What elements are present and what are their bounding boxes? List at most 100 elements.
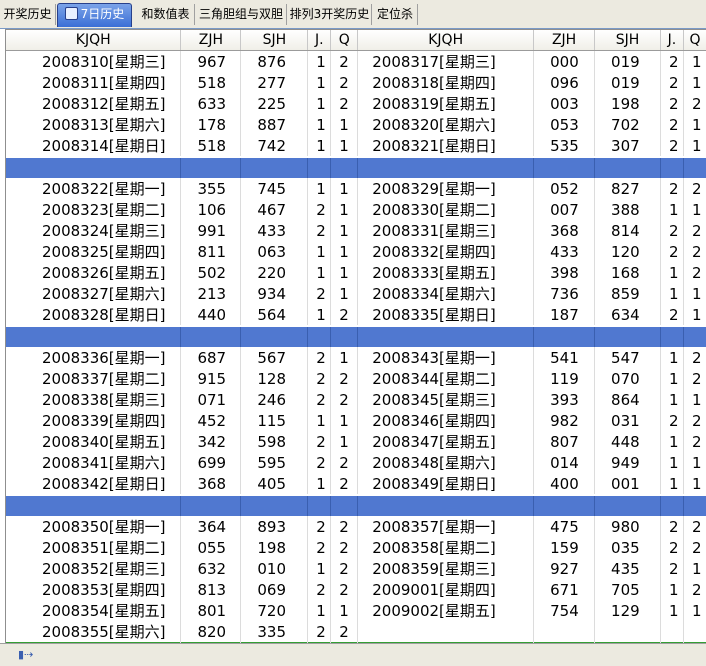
table-row[interactable]: 2008350[星期一] 364 893 2 2 2008357[星期一] 475 980 2 2 [6, 516, 706, 537]
table-cell: 2 [683, 431, 706, 452]
column-header[interactable]: ZJH [533, 30, 596, 51]
tab-sum-table[interactable]: 和数值表 [137, 4, 195, 25]
table-row[interactable]: 2008354[星期五] 801 720 1 1 2009002[星期五] 754 129 1 1 [6, 600, 706, 621]
table-row[interactable]: 2008312[星期五] 633 225 1 2 2008319[星期五] 003 198 2 2 [6, 93, 706, 114]
tab-p3-history[interactable]: 排列3开奖历史 [288, 4, 372, 25]
table-cell: 1 [307, 262, 332, 283]
table-cell: 2008350[星期一] [6, 516, 182, 537]
separator-cell [180, 325, 242, 347]
column-header[interactable]: KJQH [6, 30, 182, 51]
table-cell: 2 [330, 50, 359, 72]
table-cell: 1 [683, 600, 706, 621]
table-row[interactable]: 2008324[星期三] 991 433 2 1 2008331[星期三] 368 814 2 2 [6, 220, 706, 241]
table-cell: 702 [594, 114, 661, 135]
table-cell: 807 [533, 431, 596, 452]
separator-cell [683, 325, 706, 347]
table-cell: 2008319[星期五] [357, 93, 535, 114]
column-header[interactable]: SJH [594, 30, 661, 51]
separator-cell [240, 494, 309, 516]
separator-cell [307, 325, 332, 347]
table-row[interactable]: 2008336[星期一] 687 567 2 1 2008343[星期一] 541 547 1 2 [6, 347, 706, 368]
table-row[interactable]: 2008340[星期五] 342 598 2 1 2008347[星期五] 807 448 1 2 [6, 431, 706, 452]
table-cell: 2008320[星期六] [357, 114, 535, 135]
table-cell: 2 [660, 241, 684, 262]
table-cell: 1 [330, 600, 359, 621]
table-cell: 1 [330, 135, 359, 157]
table-cell: 634 [594, 304, 661, 326]
separator-cell [683, 494, 706, 516]
tab-position-kill[interactable]: 定位杀 [373, 4, 418, 25]
column-header[interactable]: SJH [240, 30, 309, 51]
tab-draw-history[interactable]: 开奖历史 [0, 4, 56, 25]
table-row[interactable]: 2008326[星期五] 502 220 1 1 2008333[星期五] 398 168 1 2 [6, 262, 706, 283]
separator-cell [533, 156, 596, 178]
table-cell: 1 [683, 473, 706, 495]
table-cell: 2008355[星期六] [6, 621, 182, 642]
table-row[interactable]: 2008353[星期四] 813 069 2 2 2009001[星期四] 671 705 1 2 [6, 579, 706, 600]
table-cell: 980 [594, 516, 661, 537]
column-header[interactable]: Q [683, 30, 706, 51]
column-header[interactable]: J. [307, 30, 332, 51]
table-cell: 435 [594, 558, 661, 579]
table-cell: 368 [533, 220, 596, 241]
table-cell: 1 [660, 368, 684, 389]
tab-7day-history[interactable]: 7日历史 [57, 3, 132, 27]
table-cell: 699 [180, 452, 242, 473]
table-cell: 2 [307, 537, 332, 558]
table-cell: 2008322[星期一] [6, 178, 182, 199]
table-cell: 225 [240, 93, 309, 114]
table-cell: 2008334[星期六] [357, 283, 535, 304]
table-row[interactable]: 2008355[星期六] 820 335 2 2 [6, 621, 706, 642]
table-row[interactable]: 2008327[星期六] 213 934 2 1 2008334[星期六] 736 859 1 1 [6, 283, 706, 304]
table-row[interactable]: 2008339[星期四] 452 115 1 1 2008346[星期四] 982 031 2 2 [6, 410, 706, 431]
separator-cell [533, 325, 596, 347]
table-row[interactable]: 2008342[星期日] 368 405 1 2 2008349[星期日] 400 001 1 1 [6, 473, 706, 495]
table-cell: 2008323[星期二] [6, 199, 182, 220]
table-cell: 859 [594, 283, 661, 304]
table-cell: 2 [330, 473, 359, 495]
table-cell: 467 [240, 199, 309, 220]
table-cell: 893 [240, 516, 309, 537]
table-cell: 1 [683, 304, 706, 326]
table-cell: 400 [533, 473, 596, 495]
results-table: KJQH ZJH SJH J. Q KJQH ZJH SJH J. Q 2008310[星期三] 9… [6, 30, 706, 644]
table-cell: 055 [180, 537, 242, 558]
table-row[interactable]: 2008328[星期日] 440 564 1 2 2008335[星期日] 187 634 2 1 [6, 304, 706, 326]
table-row[interactable]: 2008338[星期三] 071 246 2 2 2008345[星期三] 393 864 1 1 [6, 389, 706, 410]
tab-triangle-bile[interactable]: 三角胆组与双胆 [196, 4, 287, 25]
table-cell: 178 [180, 114, 242, 135]
table-cell: 2 [660, 50, 684, 72]
table-cell: 220 [240, 262, 309, 283]
table-cell: 1 [683, 135, 706, 157]
column-header[interactable]: Q [330, 30, 359, 51]
table-row[interactable]: 2008311[星期四] 518 277 1 2 2008318[星期四] 096 019 2 1 [6, 72, 706, 93]
table-cell [533, 621, 596, 642]
table-cell: 541 [533, 347, 596, 368]
table-row[interactable]: 2008314[星期日] 518 742 1 1 2008321[星期日] 535 307 2 1 [6, 135, 706, 157]
table-cell: 1 [660, 452, 684, 473]
table-row[interactable]: 2008313[星期六] 178 887 1 1 2008320[星期六] 053 702 2 1 [6, 114, 706, 135]
table-cell: 2 [330, 389, 359, 410]
table-cell: 745 [240, 178, 309, 199]
table-cell: 1 [660, 199, 684, 220]
table-row[interactable]: 2008352[星期三] 632 010 1 2 2008359[星期三] 927 435 2 1 [6, 558, 706, 579]
table-cell: 063 [240, 241, 309, 262]
column-header[interactable]: J. [660, 30, 684, 51]
results-grid[interactable]: KJQH ZJH SJH J. Q KJQH ZJH SJH J. Q 2008310[星期三] 9… [5, 29, 706, 644]
table-cell: 1 [330, 220, 359, 241]
table-row[interactable]: 2008337[星期二] 915 128 2 2 2008344[星期二] 119 070 1 2 [6, 368, 706, 389]
table-row[interactable]: 2008310[星期三] 967 876 1 2 2008317[星期三] 000 019 2 1 [6, 50, 706, 72]
table-row[interactable]: 2008322[星期一] 355 745 1 1 2008329[星期一] 052 827 2 2 [6, 178, 706, 199]
table-cell: 567 [240, 347, 309, 368]
table-row[interactable]: 2008323[星期二] 106 467 2 1 2008330[星期二] 007 388 1 1 [6, 199, 706, 220]
table-row[interactable]: 2008351[星期二] 055 198 2 2 2008358[星期二] 159 035 2 2 [6, 537, 706, 558]
table-cell: 671 [533, 579, 596, 600]
table-cell: 213 [180, 283, 242, 304]
table-row[interactable]: 2008341[星期六] 699 595 2 2 2008348[星期六] 014 949 1 1 [6, 452, 706, 473]
table-cell: 120 [594, 241, 661, 262]
table-row[interactable]: 2008325[星期四] 811 063 1 1 2008332[星期四] 433 120 2 2 [6, 241, 706, 262]
table-cell: 2008348[星期六] [357, 452, 535, 473]
column-header[interactable]: ZJH [180, 30, 242, 51]
table-cell: 1 [660, 262, 684, 283]
column-header[interactable]: KJQH [357, 30, 535, 51]
